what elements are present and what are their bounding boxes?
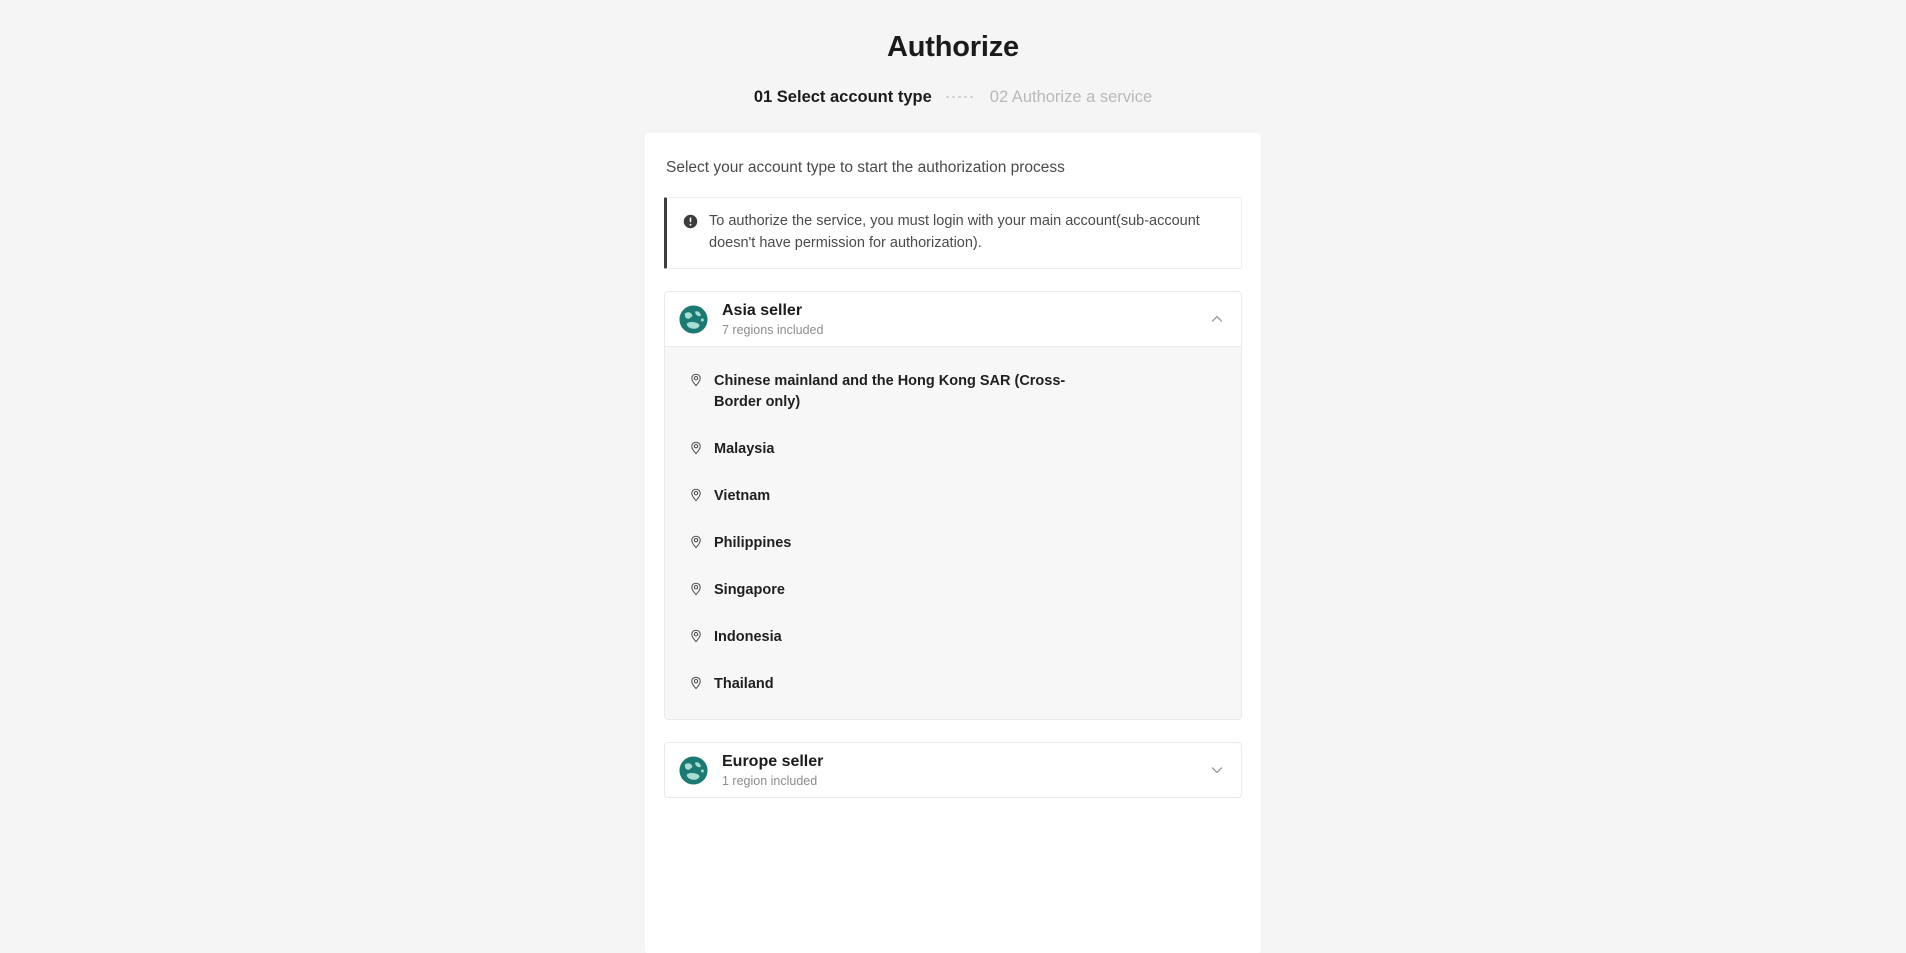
- region-label: Vietnam: [714, 488, 771, 504]
- region-label: Indonesia: [714, 629, 782, 645]
- region-label: Thailand: [714, 676, 774, 692]
- map-pin-icon: [689, 582, 703, 596]
- step-select-account-type[interactable]: 01 Select account type: [754, 86, 932, 108]
- list-item[interactable]: Indonesia: [665, 614, 1241, 661]
- list-item[interactable]: Vietnam: [665, 473, 1241, 520]
- seller-name: Asia seller: [722, 301, 803, 319]
- map-pin-icon: [689, 629, 703, 643]
- list-item[interactable]: Singapore: [665, 567, 1241, 614]
- map-pin-icon: [689, 535, 703, 549]
- step-authorize-a-service: 02 Authorize a service: [989, 88, 1153, 106]
- region-label: Philippines: [714, 535, 792, 551]
- step-connector-dots: [945, 96, 976, 98]
- seller-meta-asia: Asia seller 7 regions included: [722, 300, 1209, 339]
- chevron-up-icon[interactable]: [1209, 311, 1225, 327]
- globe-icon: [678, 304, 709, 335]
- card-lead-text: Select your account type to start the au…: [666, 159, 1065, 176]
- step-indicator: 01 Select account type 02 Authorize a se…: [0, 86, 1906, 108]
- authorize-card: Select your account type to start the au…: [645, 133, 1261, 953]
- seller-region-count: 7 regions included: [722, 322, 824, 337]
- info-circle-icon: [683, 214, 698, 229]
- seller-region-count: 1 region included: [722, 773, 818, 788]
- authorize-page: Authorize 01 Select account type 02 Auth…: [0, 0, 1906, 953]
- seller-header-europe[interactable]: Europe seller 1 region included: [664, 742, 1242, 798]
- info-banner-text: To authorize the service, you must login…: [709, 213, 1200, 251]
- globe-icon: [678, 755, 709, 786]
- region-label: Singapore: [714, 582, 785, 598]
- seller-group-europe: Europe seller 1 region included: [664, 742, 1242, 798]
- list-item[interactable]: Philippines: [665, 520, 1241, 567]
- region-label: Malaysia: [714, 441, 775, 457]
- list-item[interactable]: Thailand: [665, 661, 1241, 708]
- map-pin-icon: [689, 441, 703, 455]
- seller-header-asia[interactable]: Asia seller 7 regions included: [664, 291, 1242, 347]
- region-list-asia: Chinese mainland and the Hong Kong SAR (…: [664, 347, 1242, 720]
- region-label: Chinese mainland and the Hong Kong SAR (…: [714, 373, 1066, 410]
- info-banner: To authorize the service, you must login…: [664, 197, 1242, 269]
- map-pin-icon: [689, 373, 703, 387]
- list-item[interactable]: Chinese mainland and the Hong Kong SAR (…: [665, 358, 1241, 426]
- seller-meta-europe: Europe seller 1 region included: [722, 751, 1209, 790]
- seller-group-asia: Asia seller 7 regions included Chinese m…: [664, 291, 1242, 720]
- page-header: Authorize 01 Select account type 02 Auth…: [0, 0, 1906, 108]
- chevron-down-icon[interactable]: [1209, 762, 1225, 778]
- page-title: Authorize: [887, 31, 1019, 63]
- map-pin-icon: [689, 676, 703, 690]
- list-item[interactable]: Malaysia: [665, 426, 1241, 473]
- seller-name: Europe seller: [722, 752, 824, 770]
- map-pin-icon: [689, 488, 703, 502]
